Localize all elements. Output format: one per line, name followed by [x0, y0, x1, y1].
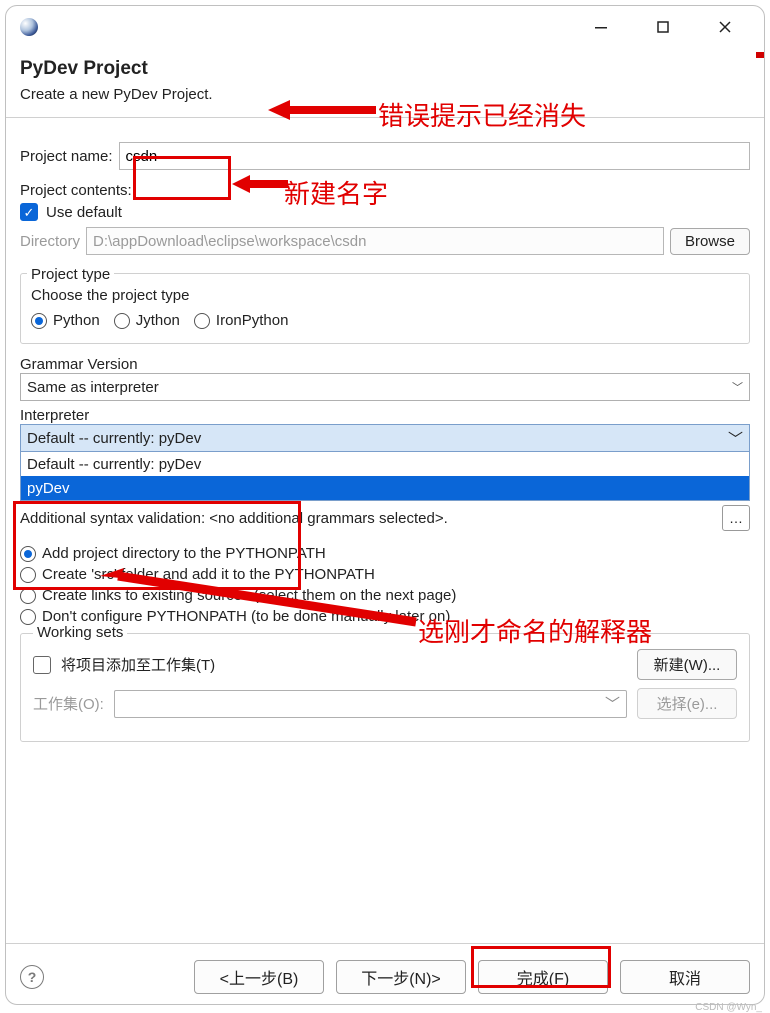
- dialog-subtitle: Create a new PyDev Project.: [20, 86, 750, 103]
- minimize-button[interactable]: [582, 13, 620, 41]
- use-default-label: Use default: [46, 204, 122, 221]
- back-button[interactable]: <上一步(B): [194, 960, 324, 994]
- project-contents-label: Project contents:: [20, 182, 750, 199]
- help-icon[interactable]: ?: [20, 965, 44, 989]
- dialog-header: PyDev Project Create a new PyDev Project…: [6, 48, 764, 118]
- radio-icon: [31, 313, 47, 329]
- directory-label: Directory: [20, 233, 80, 250]
- radio-icon: [20, 567, 36, 583]
- radio-icon: [20, 546, 36, 562]
- project-type-jython[interactable]: Jython: [114, 312, 180, 329]
- maximize-button[interactable]: [644, 13, 682, 41]
- browse-button[interactable]: Browse: [670, 228, 750, 255]
- project-type-python[interactable]: Python: [31, 312, 100, 329]
- add-to-workingset-checkbox[interactable]: [33, 656, 51, 674]
- project-name-label: Project name:: [20, 148, 113, 165]
- add-to-workingset-label: 将项目添加至工作集(T): [61, 654, 627, 675]
- pythonpath-option-add[interactable]: Add project directory to the PYTHONPATH: [20, 545, 750, 562]
- project-type-legend: Project type: [27, 266, 114, 283]
- interpreter-label: Interpreter: [20, 407, 750, 424]
- syntax-validation-label: Additional syntax validation: <no additi…: [20, 510, 716, 527]
- interpreter-option-pydev[interactable]: pyDev: [21, 476, 749, 500]
- directory-input: [86, 227, 664, 255]
- pythonpath-option-src[interactable]: Create 'src' folder and add it to the PY…: [20, 566, 750, 583]
- eclipse-icon: [20, 18, 38, 36]
- workingsets-select[interactable]: ﹀: [114, 690, 627, 718]
- finish-button[interactable]: 完成(F): [478, 960, 608, 994]
- pythonpath-option-none[interactable]: Don't configure PYTHONPATH (to be done m…: [20, 608, 750, 625]
- project-type-ironpython[interactable]: IronPython: [194, 312, 289, 329]
- new-workingset-button[interactable]: 新建(W)...: [637, 649, 737, 680]
- working-sets-legend: Working sets: [33, 624, 127, 641]
- chevron-down-icon: ﹀: [732, 379, 743, 395]
- interpreter-option-default[interactable]: Default -- currently: pyDev: [21, 452, 749, 476]
- radio-icon: [20, 609, 36, 625]
- chevron-down-icon: ﹀: [605, 693, 620, 714]
- radio-icon: [114, 313, 130, 329]
- watermark: CSDN @Wyn_: [695, 1002, 762, 1013]
- project-type-choose: Choose the project type: [31, 287, 739, 304]
- interpreter-select[interactable]: Default -- currently: pyDev ﹀: [20, 424, 750, 452]
- cancel-button[interactable]: 取消: [620, 960, 750, 994]
- workingsets-label: 工作集(O):: [33, 693, 104, 714]
- pythonpath-option-links[interactable]: Create links to existing sources (select…: [20, 587, 750, 604]
- select-workingset-button[interactable]: 选择(e)...: [637, 688, 737, 719]
- use-default-checkbox[interactable]: [20, 203, 38, 221]
- titlebar: [6, 6, 764, 48]
- grammar-select[interactable]: Same as interpreter ﹀: [20, 373, 750, 401]
- grammar-label: Grammar Version: [20, 356, 750, 373]
- project-name-input[interactable]: [119, 142, 750, 170]
- dialog-title: PyDev Project: [20, 58, 750, 80]
- syntax-more-button[interactable]: …: [722, 505, 750, 531]
- next-button[interactable]: 下一步(N)>: [336, 960, 466, 994]
- close-button[interactable]: [706, 13, 744, 41]
- chevron-down-icon: ﹀: [728, 428, 743, 449]
- radio-icon: [194, 313, 210, 329]
- radio-icon: [20, 588, 36, 604]
- interpreter-dropdown-list: Default -- currently: pyDev pyDev: [20, 452, 750, 501]
